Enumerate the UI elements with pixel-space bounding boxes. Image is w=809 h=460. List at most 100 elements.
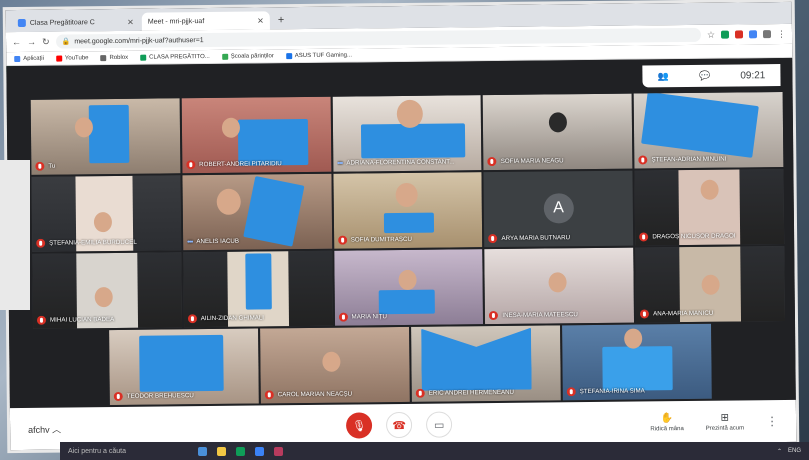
- new-tab-icon[interactable]: +: [272, 14, 291, 29]
- lock-icon: 🔒: [61, 38, 71, 46]
- reload-icon[interactable]: ↻: [42, 36, 50, 47]
- bookmark-apps[interactable]: Aplicații: [14, 55, 44, 62]
- mic-off-icon: [186, 160, 196, 170]
- participant-tile[interactable]: ȘTEFANIA-IRINA SIMA: [562, 323, 712, 401]
- url-text: meet.google.com/mri-pjjk-uaf?authuser=1: [74, 36, 204, 45]
- bookmark-roblox[interactable]: Roblox: [100, 54, 128, 61]
- extension-icon[interactable]: [720, 30, 730, 39]
- mic-off-icon: [487, 156, 497, 167]
- participant-name: SOFIA MARIA NEAGU: [487, 156, 629, 167]
- page-icon: [221, 53, 228, 60]
- participant-tile[interactable]: TEODOR BREHUESCU: [109, 328, 259, 406]
- participant-tile[interactable]: SOFIA DUMITRAȘCU: [333, 172, 483, 249]
- extension-icon[interactable]: [734, 30, 744, 39]
- people-icon[interactable]: 👥: [657, 71, 668, 82]
- mic-off-icon: [415, 388, 425, 398]
- participant-tile[interactable]: ••• ANELIS IACUB: [182, 173, 332, 251]
- close-icon[interactable]: ✕: [257, 16, 264, 25]
- mic-off-icon: [488, 233, 498, 244]
- extension-icon[interactable]: [748, 30, 758, 39]
- system-tray: ⌃ ENG: [777, 448, 801, 455]
- app-icon[interactable]: [274, 446, 283, 456]
- participant-tile[interactable]: ROBERT-ANDREI PITARIDIU: [181, 96, 332, 174]
- bookmark-clasa[interactable]: CLASA PREGĂTITO...: [140, 53, 210, 61]
- participant-tile[interactable]: MARIA NIȚU: [333, 249, 484, 326]
- mic-off-icon: [36, 238, 46, 248]
- participant-tile[interactable]: AILIN-ZIDAN GHIMALI: [183, 250, 333, 328]
- bookmark-asus[interactable]: ASUS TUF Gaming...: [285, 52, 352, 59]
- roblox-icon: [100, 54, 107, 61]
- participant-name: ARYA MARIA BUTNARU: [488, 233, 629, 244]
- mic-off-icon: [337, 235, 347, 245]
- file-explorer-icon[interactable]: [217, 446, 226, 456]
- star-icon[interactable]: ☆: [707, 29, 715, 40]
- mic-off-icon: [638, 155, 648, 165]
- windows-taskbar: Aici pentru a căuta ⌃ ENG: [60, 442, 809, 460]
- edge-icon[interactable]: [255, 446, 264, 456]
- speaking-icon: •••: [186, 237, 193, 247]
- right-controls: ✋ Ridică mâna ⊞ Prezintă acum ⋮: [650, 412, 778, 432]
- participant-tile[interactable]: Tu: [30, 98, 181, 175]
- classroom-icon: [140, 54, 147, 61]
- tab-clasa[interactable]: Clasa Pregătitoare C ✕: [11, 12, 140, 33]
- forward-icon[interactable]: →: [27, 37, 36, 47]
- mic-toggle-button[interactable]: 🎙: [346, 412, 373, 439]
- meet-stage: 👥 💬 09:21 Tu ROBERT-ANDREI PITARIDIU •••…: [6, 57, 796, 409]
- wifi-icon[interactable]: ⌃: [777, 448, 782, 455]
- participant-name: ȘTEFANIA-IRINA SIMA: [566, 386, 708, 397]
- chevron-up-icon: ︿: [52, 424, 62, 435]
- participant-name: ȘTEFANIA-EMILIA BURDUCEL: [36, 237, 177, 248]
- mic-off-icon: [489, 310, 499, 321]
- mic-off-icon: [35, 161, 45, 171]
- lang-indicator[interactable]: ENG: [788, 448, 801, 455]
- taskbar-search[interactable]: Aici pentru a căuta: [68, 448, 188, 455]
- participant-tile[interactable]: ANA-MARIA MANICU: [635, 245, 786, 323]
- mic-off-icon: 🎙: [352, 419, 367, 433]
- present-now-button[interactable]: ⊞ Prezintă acum: [706, 412, 744, 431]
- participant-name: CAROL MARIAN NEACȘU: [264, 389, 406, 400]
- participant-name: ANA-MARIA MANICU: [640, 308, 781, 319]
- tab-title: Meet - mri-pjjk-uaf: [147, 17, 205, 26]
- meeting-code[interactable]: afchv ︿: [28, 421, 148, 435]
- chrome-icon[interactable]: [236, 446, 245, 456]
- extension-icon[interactable]: [762, 30, 772, 39]
- participant-tile[interactable]: DRAGOȘ NICUȘOR DRAGOI: [634, 168, 785, 246]
- participant-name: Tu: [35, 160, 176, 171]
- mic-off-icon: [639, 232, 649, 242]
- browser-window: Clasa Pregătitoare C ✕ Meet - mri-pjjk-u…: [5, 1, 797, 451]
- mic-off-icon: [36, 315, 47, 325]
- raise-hand-button[interactable]: ✋ Ridică mâna: [650, 413, 683, 432]
- grid-row: TEODOR BREHUESCU CAROL MARIAN NEACȘU ERI…: [33, 323, 786, 406]
- task-view-icon[interactable]: [198, 446, 207, 456]
- participant-tile[interactable]: A ARYA MARIA BUTNARU: [483, 170, 634, 248]
- grid-row: MIHAI LUCIAN BADEA AILIN-ZIDAN GHIMALI M…: [32, 245, 786, 329]
- participant-tile[interactable]: MIHAI LUCIAN BADEA: [32, 252, 182, 329]
- participant-name: MIHAI LUCIAN BADEA: [36, 314, 178, 325]
- participant-tile[interactable]: CAROL MARIAN NEACȘU: [260, 326, 410, 404]
- close-icon[interactable]: ✕: [127, 17, 134, 26]
- bookmark-scoala[interactable]: Școala părinților: [221, 53, 274, 60]
- participant-tile[interactable]: ••• ADRIANA-FLORENTINA CONSTANT...: [332, 95, 482, 172]
- leave-call-button[interactable]: ☎: [386, 411, 413, 439]
- participant-tile[interactable]: ȘTEFANIA-EMILIA BURDUCEL: [31, 175, 182, 252]
- mic-off-icon: [113, 391, 123, 402]
- participant-tile[interactable]: SOFIA MARIA NEAGU: [483, 93, 633, 171]
- camera-toggle-button[interactable]: ▭: [426, 411, 453, 438]
- mic-off-icon: [640, 309, 650, 319]
- more-options-icon[interactable]: ⋮: [766, 414, 778, 428]
- camera-icon: ▭: [433, 419, 445, 432]
- participant-tile[interactable]: ERIC ANDREI HERMENEANU: [411, 325, 561, 402]
- tab-meet[interactable]: Meet - mri-pjjk-uaf ✕: [6, 11, 270, 75]
- asus-icon: [285, 52, 292, 59]
- menu-icon[interactable]: ⋮: [777, 28, 786, 39]
- youtube-icon: [55, 55, 62, 62]
- back-icon[interactable]: ←: [12, 37, 21, 47]
- participant-tile[interactable]: ȘTEFAN-ADRIAN MINUINI: [633, 91, 784, 169]
- meet-top-controls: 👥 💬 09:21: [642, 64, 781, 88]
- meet-clock: 09:21: [740, 69, 766, 81]
- participant-name: TEODOR BREHUESCU: [113, 391, 255, 402]
- chat-icon[interactable]: 💬: [699, 70, 710, 81]
- participant-tile[interactable]: INESA-MARIA MATEESCU: [484, 247, 635, 325]
- classroom-favicon-icon: [17, 18, 26, 28]
- bookmark-youtube[interactable]: YouTube: [55, 55, 89, 62]
